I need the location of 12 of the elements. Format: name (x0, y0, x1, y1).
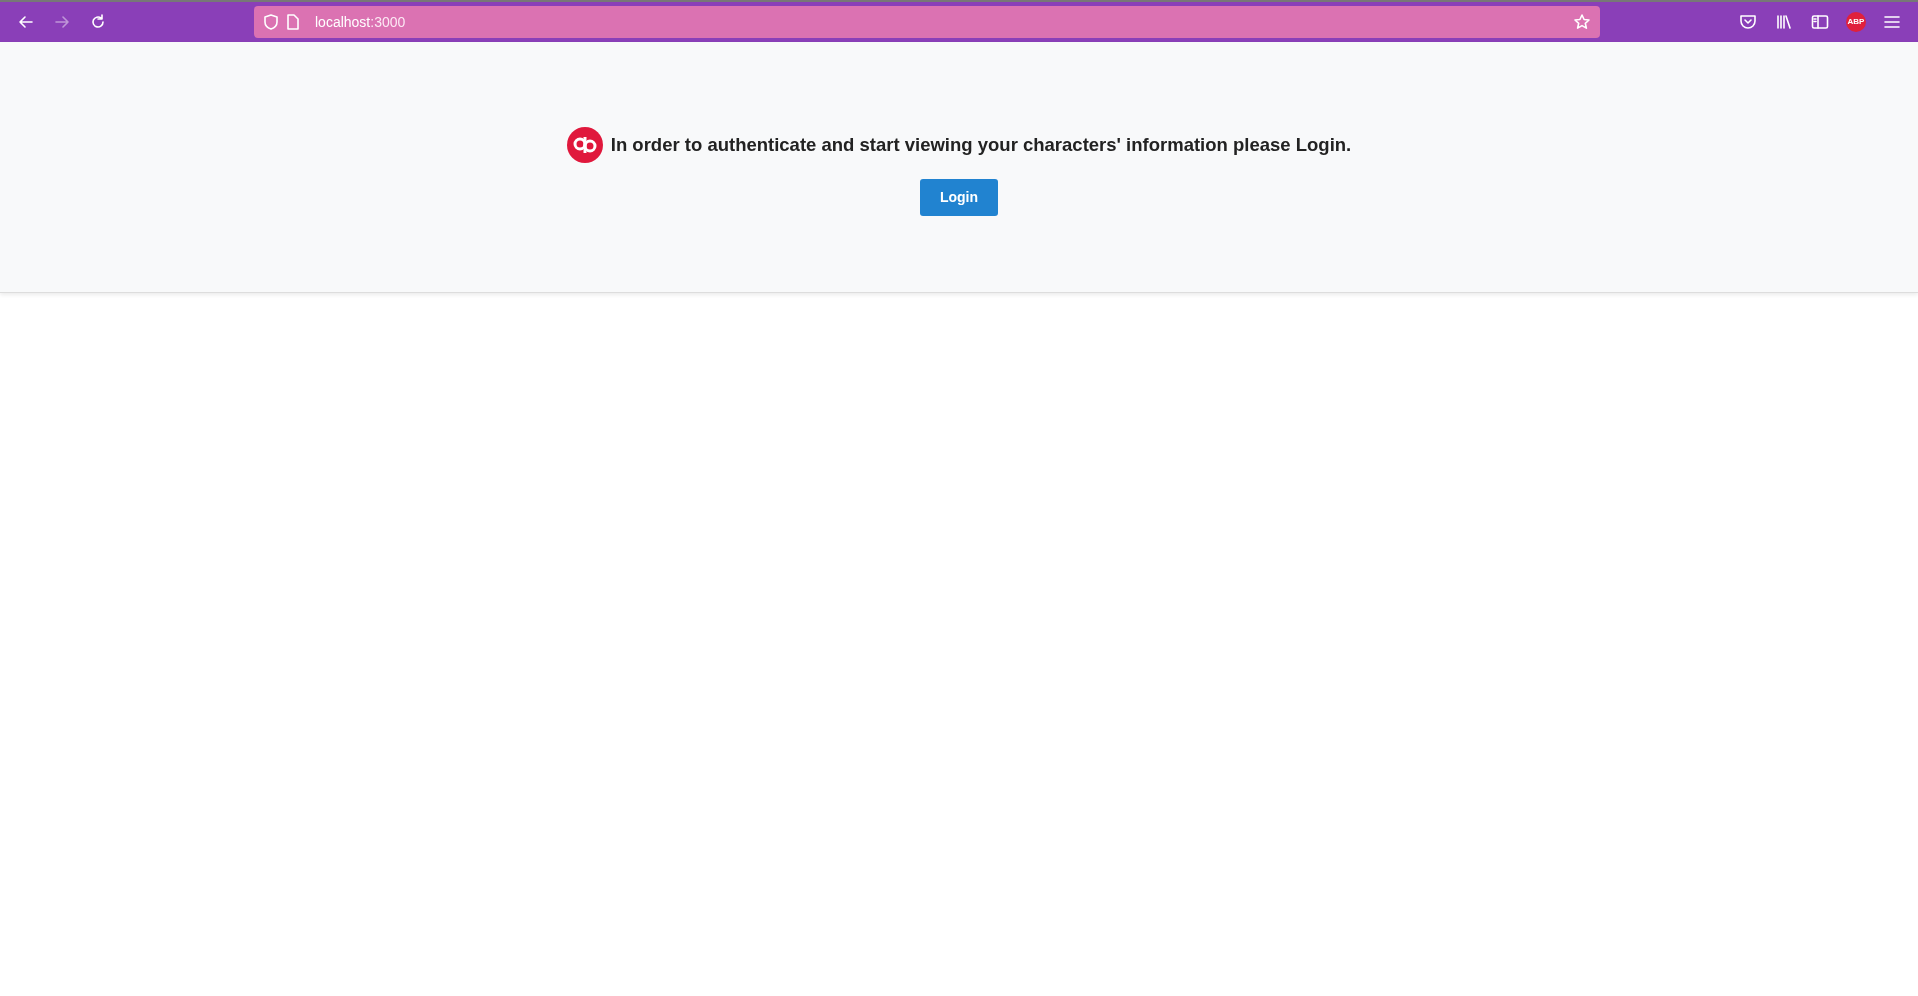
adblock-button[interactable]: ABP (1838, 6, 1874, 38)
login-message: In order to authenticate and start viewing your characters' information please Login. (610, 133, 1352, 158)
reload-icon (89, 13, 107, 31)
address-bar[interactable]: localhost:3000 (254, 6, 1600, 38)
login-button[interactable]: Login (919, 179, 999, 216)
star-icon[interactable] (1574, 14, 1590, 30)
logo-icon (566, 127, 603, 163)
page-icon (286, 14, 299, 30)
url-text: localhost:3000 (315, 12, 406, 32)
shield-icon (264, 14, 278, 30)
back-arrow-icon (17, 13, 35, 31)
forward-arrow-icon (53, 13, 71, 31)
